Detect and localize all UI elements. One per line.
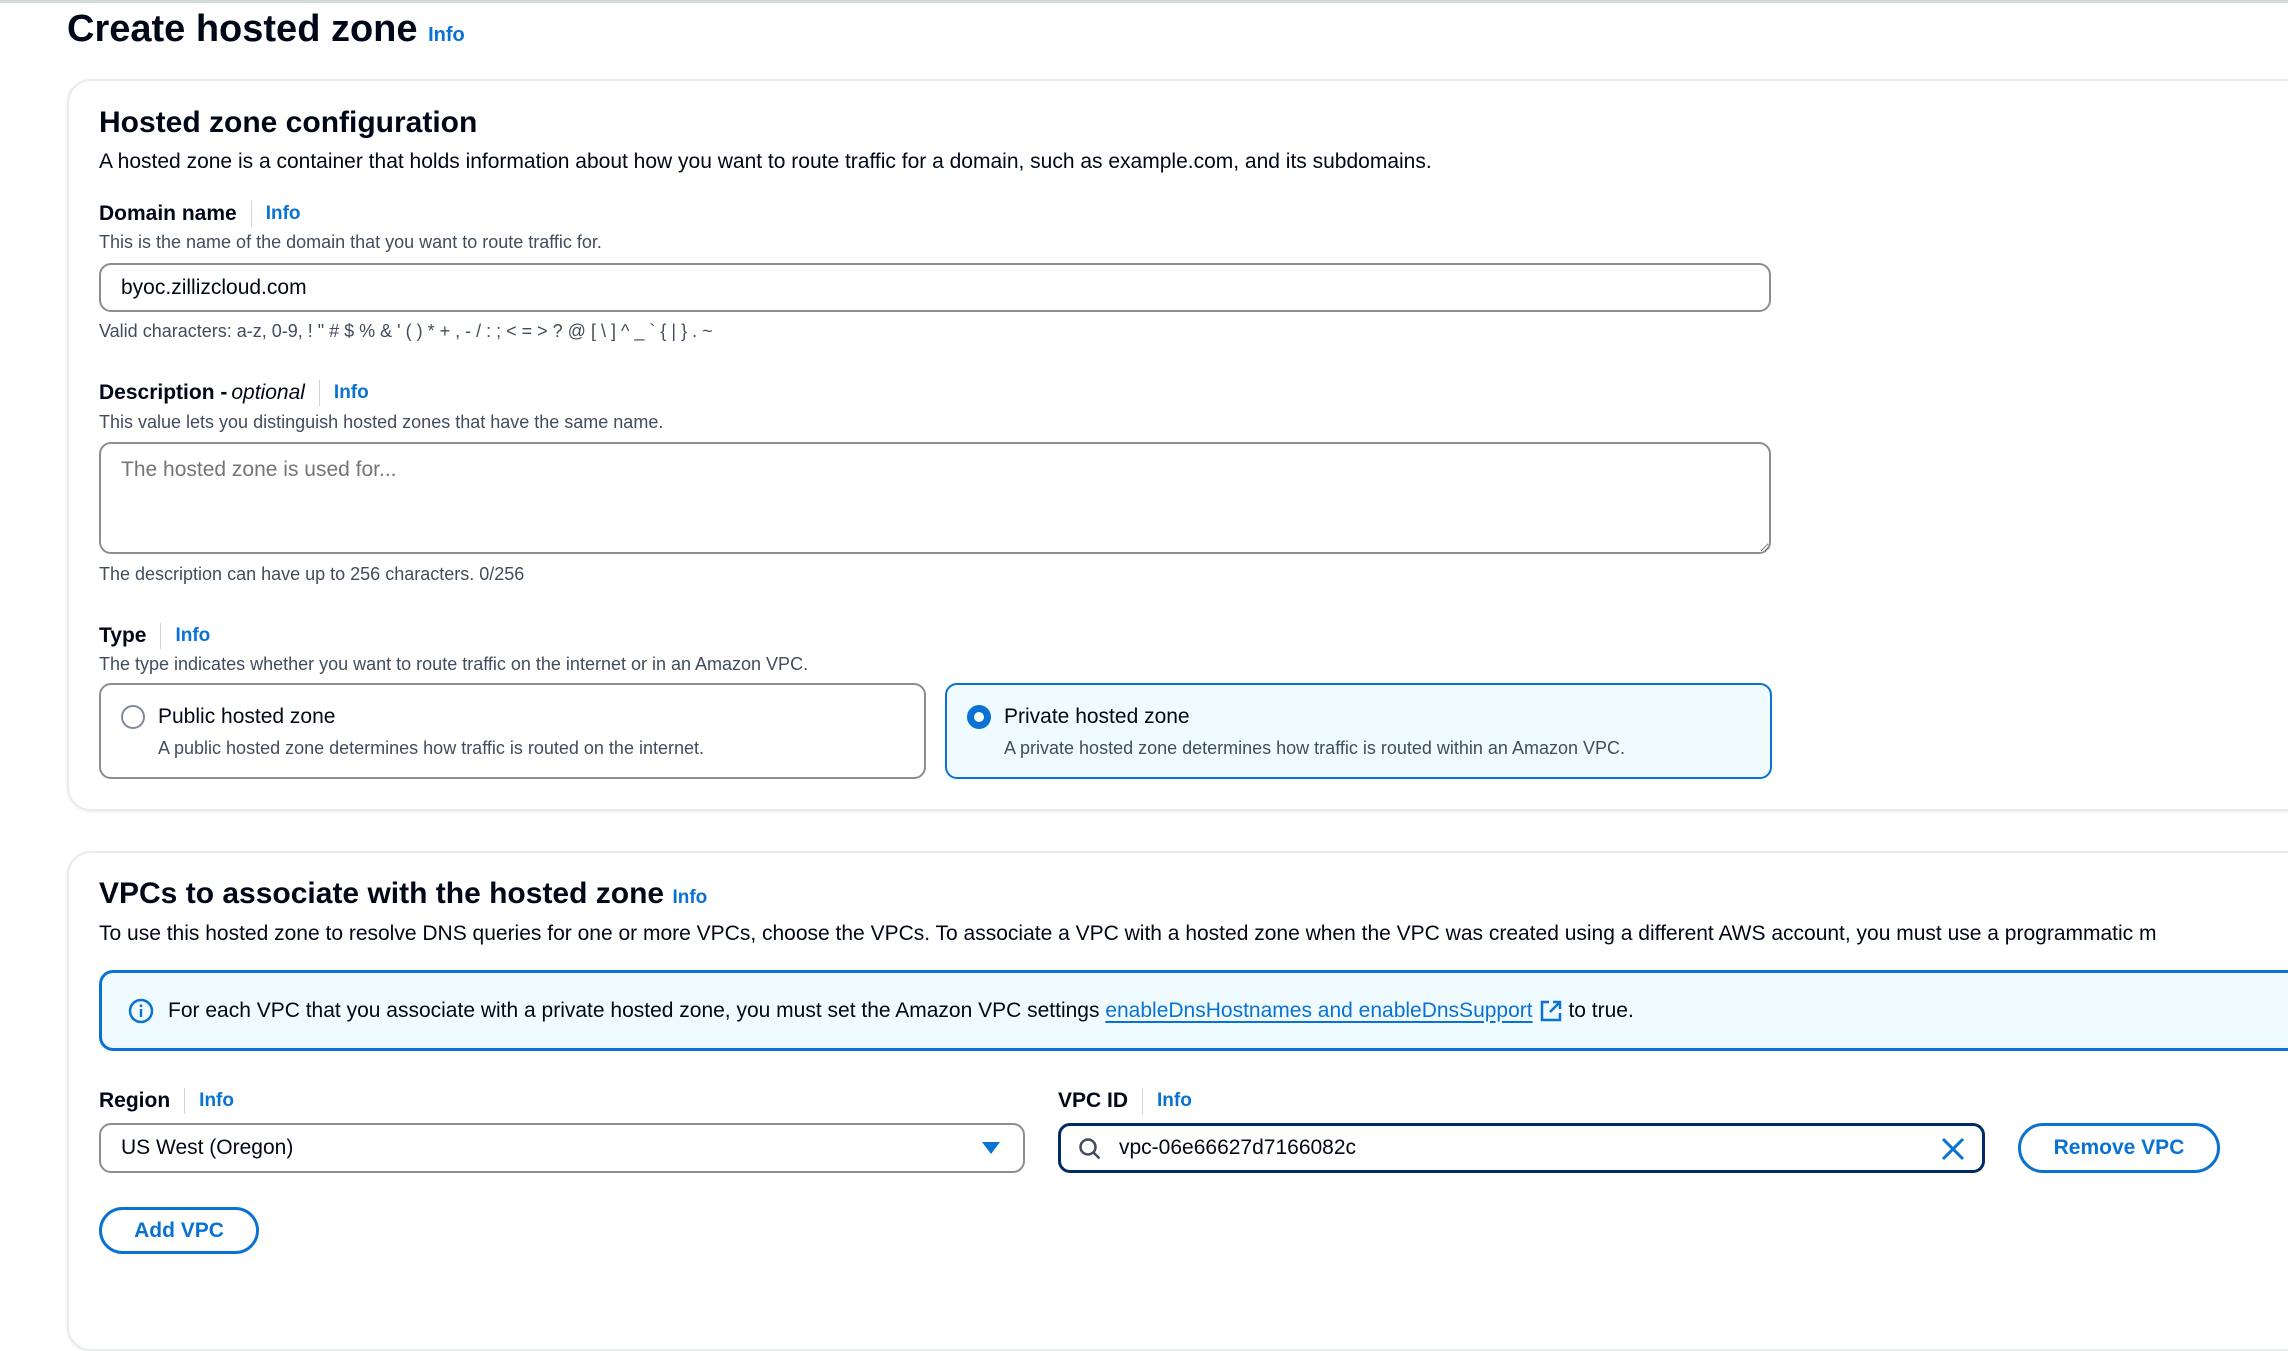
info-link[interactable]: Info xyxy=(266,203,301,225)
domain-name-constraint: Valid characters: a-z, 0-9, ! " # $ % & … xyxy=(99,321,713,341)
info-link[interactable]: Info xyxy=(672,887,707,908)
description-label: Description - optional Info xyxy=(99,380,369,406)
optional-text: optional xyxy=(231,381,305,404)
vpc-id-search-input[interactable]: vpc-06e66627d7166082c xyxy=(1058,1123,1985,1173)
option-description: A public hosted zone determines how traf… xyxy=(158,738,704,758)
type-label: Type Info xyxy=(99,623,210,649)
input-value: vpc-06e66627d7166082c xyxy=(1119,1136,1357,1159)
info-alert: For each VPC that you associate with a p… xyxy=(99,970,2288,1051)
info-link[interactable]: Info xyxy=(199,1090,234,1112)
enable-dns-link[interactable]: enableDnsHostnames and enableDnsSupport xyxy=(1105,999,1532,1023)
remove-vpc-button[interactable]: Remove VPC xyxy=(2018,1123,2220,1173)
page-title: Create hosted zone Info xyxy=(67,8,465,50)
caret-down-icon xyxy=(982,1142,1000,1154)
vpc-id-label: VPC ID Info xyxy=(1058,1088,1192,1114)
label-text: VPC ID xyxy=(1058,1089,1129,1112)
label-text: Domain name xyxy=(99,202,237,225)
option-title: Private hosted zone xyxy=(1004,705,1190,728)
section-title: Hosted zone configuration xyxy=(99,106,478,139)
domain-name-input[interactable]: byoc.zillizcloud.com xyxy=(99,263,1771,312)
vpcs-description: To use this hosted zone to resolve DNS q… xyxy=(99,922,2157,945)
info-circle-icon xyxy=(128,998,154,1023)
search-icon xyxy=(1079,1138,1101,1160)
private-hosted-zone-option[interactable]: Private hosted zone A private hosted zon… xyxy=(945,683,1772,779)
input-value: byoc.zillizcloud.com xyxy=(121,275,307,299)
alert-text-end: to true. xyxy=(1562,998,1634,1022)
label-text: Region xyxy=(99,1089,171,1112)
info-link[interactable]: Info xyxy=(334,382,369,404)
title-text: VPCs to associate with the hosted zone xyxy=(99,877,665,910)
select-value: US West (Oregon) xyxy=(121,1136,294,1159)
label-text: Description - xyxy=(99,381,228,404)
external-link-icon[interactable] xyxy=(1539,999,1563,1023)
add-vpc-button[interactable]: Add VPC xyxy=(99,1207,259,1254)
description-hint: This value lets you distinguish hosted z… xyxy=(99,412,664,432)
option-description: A private hosted zone determines how tra… xyxy=(1004,738,1625,758)
description-counter: The description can have up to 256 chara… xyxy=(99,564,525,584)
domain-name-hint: This is the name of the domain that you … xyxy=(99,232,602,252)
label-text: Type xyxy=(99,624,147,647)
vpcs-title: VPCs to associate with the hosted zone I… xyxy=(99,877,707,911)
info-link[interactable]: Info xyxy=(428,24,465,46)
alert-text: For each VPC that you associate with a p… xyxy=(168,998,1106,1022)
option-title: Public hosted zone xyxy=(158,705,336,728)
radio-button-selected[interactable] xyxy=(967,705,991,729)
info-link[interactable]: Info xyxy=(1157,1090,1192,1112)
description-textarea[interactable] xyxy=(99,442,1771,554)
region-label: Region Info xyxy=(99,1088,234,1114)
region-select[interactable]: US West (Oregon) xyxy=(99,1123,1025,1173)
radio-button[interactable] xyxy=(121,705,145,729)
top-border xyxy=(0,0,2288,3)
clear-icon[interactable] xyxy=(1940,1136,1966,1162)
section-description: A hosted zone is a container that holds … xyxy=(99,150,1432,173)
type-hint: The type indicates whether you want to r… xyxy=(99,654,809,674)
info-link[interactable]: Info xyxy=(175,625,210,647)
public-hosted-zone-option[interactable]: Public hosted zone A public hosted zone … xyxy=(99,683,926,779)
domain-name-label: Domain name Info xyxy=(99,201,301,227)
